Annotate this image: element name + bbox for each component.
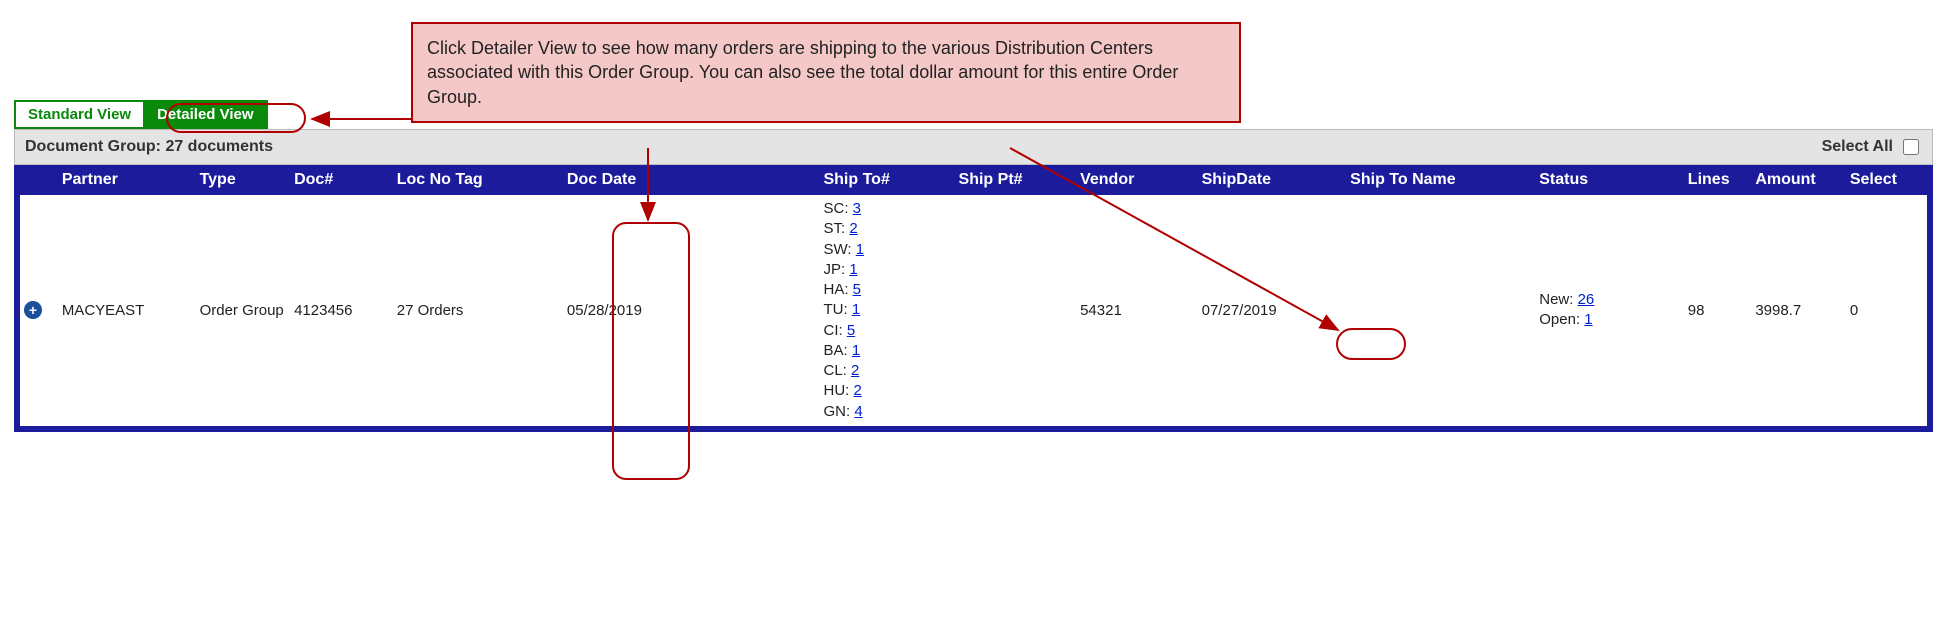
shipto-link[interactable]: 4: [854, 403, 862, 420]
orders-table: Partner Type Doc# Loc No Tag Doc Date Sh…: [20, 165, 1927, 426]
header-status: Status: [1535, 165, 1684, 195]
header-shiptoname: Ship To Name: [1346, 165, 1535, 195]
document-group-label: Document Group: 27 documents: [25, 138, 273, 156]
shipto-link[interactable]: 1: [852, 301, 860, 318]
shipto-item: ST: 2: [823, 219, 950, 239]
expand-icon[interactable]: +: [24, 301, 42, 319]
select-all-label[interactable]: Select All: [1822, 136, 1922, 158]
document-group-bar: Document Group: 27 documents Select All: [14, 129, 1933, 165]
cell-select: 0: [1846, 195, 1927, 426]
tab-detailed-view[interactable]: Detailed View: [143, 100, 267, 129]
shipto-item: JP: 1: [823, 260, 950, 280]
status-list: New: 26Open: 1: [1539, 290, 1680, 331]
shipto-link[interactable]: 1: [849, 261, 857, 278]
callout-tooltip: Click Detailer View to see how many orde…: [411, 22, 1241, 123]
cell-amount: 3998.7: [1751, 195, 1846, 426]
cell-docdate: 05/28/2019: [563, 195, 820, 426]
status-item: New: 26: [1539, 290, 1680, 310]
shipto-item: CI: 5: [823, 321, 950, 341]
header-partner: Partner: [58, 165, 196, 195]
header-locnotag: Loc No Tag: [393, 165, 563, 195]
shipto-item: GN: 4: [823, 402, 950, 422]
header-vendor: Vendor: [1076, 165, 1198, 195]
cell-locnotag: 27 Orders: [393, 195, 563, 426]
header-docno: Doc#: [290, 165, 393, 195]
cell-partner: MACYEAST: [58, 195, 196, 426]
shipto-link[interactable]: 3: [853, 200, 861, 217]
cell-type: Order Group: [196, 195, 291, 426]
shipto-item: SC: 3: [823, 199, 950, 219]
cell-shipptnum: [955, 195, 1077, 426]
shipto-item: HU: 2: [823, 381, 950, 401]
shipto-list: SC: 3ST: 2SW: 1JP: 1HA: 5TU: 1CI: 5BA: 1…: [823, 199, 950, 422]
status-link[interactable]: 26: [1578, 291, 1595, 308]
header-amount: Amount: [1751, 165, 1846, 195]
shipto-link[interactable]: 2: [849, 220, 857, 237]
cell-lines: 98: [1684, 195, 1752, 426]
select-all-checkbox[interactable]: [1903, 139, 1919, 155]
shipto-link[interactable]: 2: [853, 382, 861, 399]
cell-docno: 4123456: [290, 195, 393, 426]
header-shiptonum: Ship To#: [819, 165, 954, 195]
shipto-link[interactable]: 5: [847, 322, 855, 339]
header-select: Select: [1846, 165, 1927, 195]
shipto-item: BA: 1: [823, 341, 950, 361]
header-shipptnum: Ship Pt#: [955, 165, 1077, 195]
header-lines: Lines: [1684, 165, 1752, 195]
header-docdate: Doc Date: [563, 165, 820, 195]
cell-shiptoname: [1346, 195, 1535, 426]
shipto-link[interactable]: 2: [851, 362, 859, 379]
table-row: + MACYEAST Order Group 4123456 27 Orders…: [20, 195, 1927, 426]
shipto-item: CL: 2: [823, 361, 950, 381]
status-link[interactable]: 1: [1584, 311, 1592, 328]
shipto-link[interactable]: 1: [856, 241, 864, 258]
shipto-item: TU: 1: [823, 300, 950, 320]
shipto-link[interactable]: 5: [853, 281, 861, 298]
shipto-link[interactable]: 1: [852, 342, 860, 359]
header-shipdate: ShipDate: [1198, 165, 1347, 195]
header-type: Type: [196, 165, 291, 195]
shipto-item: HA: 5: [823, 280, 950, 300]
shipto-item: SW: 1: [823, 240, 950, 260]
table-header-row: Partner Type Doc# Loc No Tag Doc Date Sh…: [20, 165, 1927, 195]
status-item: Open: 1: [1539, 310, 1680, 330]
tab-standard-view[interactable]: Standard View: [14, 100, 143, 129]
cell-vendor: 54321: [1076, 195, 1198, 426]
cell-shipdate: 07/27/2019: [1198, 195, 1347, 426]
